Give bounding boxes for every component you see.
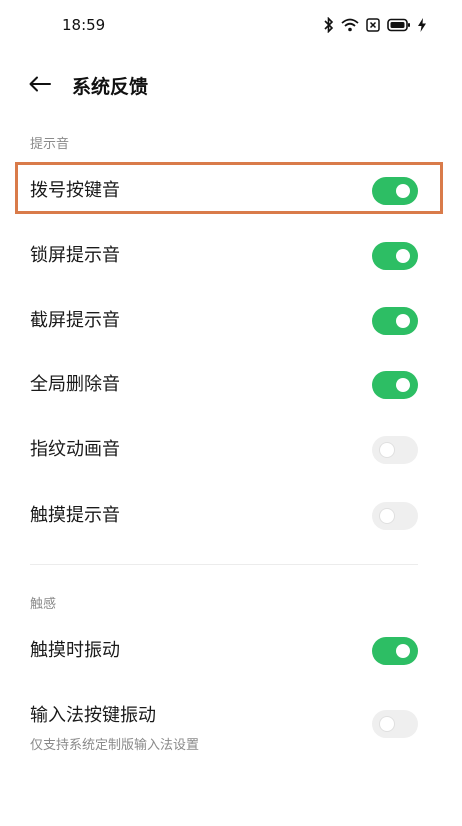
page-title: 系统反馈 — [72, 76, 149, 98]
setting-row-lockscreen-sound[interactable]: 锁屏提示音 — [0, 224, 462, 288]
setting-row-delete-sound[interactable]: 全局删除音 — [0, 353, 462, 417]
sim-off-icon — [366, 18, 380, 32]
setting-label: 锁屏提示音 — [30, 245, 120, 266]
back-button[interactable] — [22, 68, 58, 104]
toggle-switch[interactable] — [372, 371, 418, 399]
toggle-knob — [380, 717, 394, 731]
setting-label: 全局删除音 — [30, 374, 120, 395]
section-divider — [30, 564, 418, 565]
toggle-knob — [396, 644, 410, 658]
setting-label: 触摸提示音 — [30, 505, 120, 526]
setting-label: 拨号按键音 — [30, 180, 120, 201]
setting-row-touch-sound[interactable]: 触摸提示音 — [0, 484, 462, 548]
setting-row-dial-keytone[interactable]: 拨号按键音 — [0, 159, 462, 223]
setting-row-keyboard-vibration[interactable]: 输入法按键振动 仅支持系统定制版输入法设置 — [0, 690, 462, 762]
toggle-switch[interactable] — [372, 502, 418, 530]
toggle-knob — [396, 184, 410, 198]
charging-icon — [418, 18, 426, 32]
section-header-sound: 提示音 — [30, 137, 70, 152]
app-bar: 系统反馈 — [0, 62, 462, 110]
toggle-switch[interactable] — [372, 177, 418, 205]
toggle-switch[interactable] — [372, 637, 418, 665]
setting-row-fingerprint-sound[interactable]: 指纹动画音 — [0, 418, 462, 482]
setting-sublabel: 仅支持系统定制版输入法设置 — [30, 738, 200, 753]
toggle-knob — [396, 314, 410, 328]
toggle-knob — [396, 378, 410, 392]
setting-label: 触摸时振动 — [30, 640, 120, 661]
setting-row-touch-vibration[interactable]: 触摸时振动 — [0, 619, 462, 683]
toggle-knob — [380, 443, 394, 457]
setting-label: 指纹动画音 — [30, 439, 120, 460]
back-arrow-icon — [29, 76, 51, 96]
setting-label: 输入法按键振动 — [30, 705, 156, 726]
toggle-switch[interactable] — [372, 242, 418, 270]
wifi-icon — [341, 18, 359, 32]
toggle-knob — [380, 509, 394, 523]
toggle-switch[interactable] — [372, 436, 418, 464]
setting-label: 截屏提示音 — [30, 310, 120, 331]
toggle-knob — [396, 249, 410, 263]
toggle-switch[interactable] — [372, 307, 418, 335]
status-bar: 18:59 — [0, 0, 462, 52]
battery-icon — [387, 18, 411, 32]
section-header-haptics: 触感 — [30, 597, 57, 612]
status-icons — [324, 14, 426, 36]
setting-row-screenshot-sound[interactable]: 截屏提示音 — [0, 289, 462, 353]
status-time: 18:59 — [62, 16, 106, 34]
toggle-switch[interactable] — [372, 710, 418, 738]
bluetooth-icon — [324, 17, 334, 33]
